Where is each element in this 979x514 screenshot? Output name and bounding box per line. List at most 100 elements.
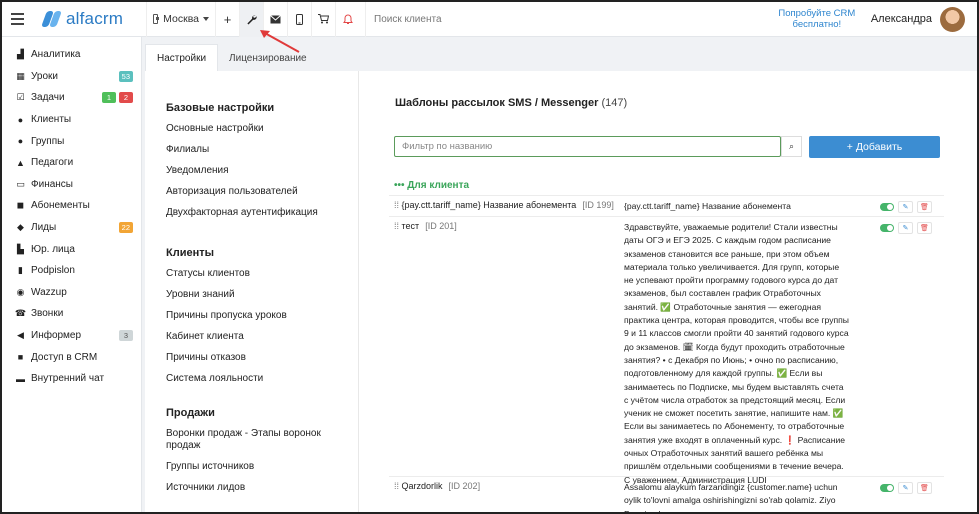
- pencil-icon: ✎: [902, 204, 909, 211]
- annotation-arrow-icon: [260, 30, 300, 53]
- phone-icon: ☎: [14, 308, 27, 319]
- filter-input[interactable]: Фильтр по названию: [394, 136, 781, 157]
- sidebar-item-1[interactable]: ▦ Уроки 53: [2, 66, 141, 88]
- delete-button[interactable]: 🗑: [917, 201, 932, 213]
- edit-button[interactable]: ✎: [898, 482, 913, 494]
- template-text: Здравствуйте, уважаемые родители! Стали …: [624, 222, 849, 485]
- sidebar-item-11[interactable]: ◉ Wazzup: [2, 282, 141, 304]
- trash-icon: 🗑: [920, 204, 929, 211]
- templates-panel: Шаблоны рассылок SMS / Messenger (147) Ф…: [359, 71, 977, 512]
- tab-settings[interactable]: Настройки: [145, 44, 219, 72]
- settings-link[interactable]: Источники лидов: [166, 482, 358, 494]
- settings-link[interactable]: Причины пропуска уроков: [166, 310, 358, 322]
- trash-icon: 🗑: [920, 225, 929, 232]
- add-template-button[interactable]: + Добавить: [809, 136, 940, 158]
- settings-link[interactable]: Филиалы: [166, 144, 358, 156]
- caret-down-icon: [203, 17, 209, 21]
- template-name[interactable]: ⁞⁞ Qarzdorlik [ID 202]: [394, 481, 480, 491]
- delete-button[interactable]: 🗑: [917, 482, 932, 494]
- group-title[interactable]: ••• Для клиента: [394, 180, 469, 191]
- template-name[interactable]: ⁞⁞ {pay.ctt.tariff_name} Название абонем…: [394, 200, 614, 210]
- drag-handle-icon[interactable]: ⁞⁞: [394, 481, 399, 491]
- users-icon: ●: [17, 136, 24, 147]
- edit-button[interactable]: ✎: [898, 201, 913, 213]
- edit-button[interactable]: ✎: [898, 222, 913, 234]
- try-crm-free-link[interactable]: Попробуйте CRM бесплатно!: [775, 8, 859, 30]
- sidebar-item-6[interactable]: ▭ Финансы: [2, 174, 141, 196]
- sidebar: ▟ Аналитика ▦ Уроки 53 ☑ Задачи 1 2 ● Клиенты ● Груп…: [2, 37, 142, 512]
- settings-link[interactable]: Основные настройки: [166, 123, 358, 135]
- pencil-icon: ✎: [902, 485, 909, 492]
- mobile-icon: [296, 13, 303, 25]
- tasks-icon: ☑: [16, 92, 25, 103]
- delete-button[interactable]: 🗑: [917, 222, 932, 234]
- settings-link[interactable]: Авторизация пользователей: [166, 186, 358, 198]
- active-toggle[interactable]: [880, 203, 894, 211]
- sidebar-item-3[interactable]: ● Клиенты: [2, 109, 141, 131]
- count-badge: 1: [102, 92, 116, 104]
- row-actions: ✎ 🗑: [880, 222, 932, 234]
- settings-section-title: Базовые настройки: [166, 102, 275, 114]
- sidebar-item-15[interactable]: ▬ Внутренний чат: [2, 368, 141, 390]
- chart-icon: ▟: [17, 49, 24, 60]
- wrench-icon: [247, 14, 257, 25]
- settings-link[interactable]: Причины отказов: [166, 352, 358, 364]
- sidebar-item-label: Звонки: [31, 308, 64, 320]
- sidebar-item-0[interactable]: ▟ Аналитика: [2, 44, 141, 66]
- template-title: тест: [401, 221, 420, 231]
- sidebar-item-label: Wazzup: [31, 286, 67, 298]
- client-search-input[interactable]: Поиск клиента: [365, 2, 745, 37]
- logo-mark-icon: [41, 11, 62, 27]
- settings-link[interactable]: Статусы клиентов: [166, 268, 358, 280]
- filter-search-button[interactable]: ⌕: [781, 136, 802, 157]
- drag-handle-icon[interactable]: ⁞⁞: [394, 200, 399, 210]
- settings-link[interactable]: Кабинет клиента: [166, 331, 358, 343]
- cart-icon: [318, 14, 329, 24]
- notifications-button[interactable]: [335, 2, 359, 37]
- add-button[interactable]: +: [215, 2, 239, 37]
- sidebar-item-12[interactable]: ☎ Звонки: [2, 303, 141, 325]
- count-badge: 2: [119, 92, 133, 104]
- user-icon: ●: [17, 114, 24, 125]
- hamburger-menu-icon[interactable]: [2, 2, 32, 37]
- sidebar-item-label: Внутренний чат: [31, 373, 105, 385]
- plus-icon: +: [223, 11, 232, 27]
- sidebar-item-14[interactable]: ■ Доступ в CRM: [2, 346, 141, 368]
- template-row: ⁞⁞ {pay.ctt.tariff_name} Название абонем…: [389, 195, 944, 216]
- settings-menu: Базовые настройки Основные настройки Филиа…: [145, 71, 359, 512]
- sidebar-item-4[interactable]: ● Группы: [2, 130, 141, 152]
- template-text: Assalomu alaykum farzandingiz {customer.…: [624, 482, 838, 514]
- active-toggle[interactable]: [880, 224, 894, 232]
- settings-link[interactable]: Система лояльности: [166, 373, 358, 385]
- sidebar-item-10[interactable]: ▮ Podpislon: [2, 260, 141, 282]
- sidebar-item-7[interactable]: ◼ Абонементы: [2, 195, 141, 217]
- cart-button[interactable]: [311, 2, 335, 37]
- active-toggle[interactable]: [880, 484, 894, 492]
- app-window: alfacrm Москва + Поиск клиента Попробуйт…: [0, 0, 979, 514]
- sidebar-item-9[interactable]: ▙ Юр. лица: [2, 238, 141, 260]
- avatar[interactable]: [940, 6, 965, 32]
- settings-link[interactable]: Уровни знаний: [166, 289, 358, 301]
- sidebar-item-label: Информер: [31, 330, 82, 342]
- lead-icon: ◆: [17, 222, 24, 233]
- sidebar-item-label: Podpislon: [31, 265, 75, 277]
- sidebar-item-label: Юр. лица: [31, 243, 75, 255]
- template-name[interactable]: ⁞⁞ тест [ID 201]: [394, 221, 457, 231]
- sidebar-item-5[interactable]: ▲ Педагоги: [2, 152, 141, 174]
- logo-text: alfacrm: [66, 9, 124, 28]
- settings-link[interactable]: Воронки продаж - Этапы воронок продаж: [166, 428, 358, 452]
- user-name[interactable]: Александра: [871, 13, 932, 25]
- sidebar-item-label: Лиды: [31, 222, 57, 234]
- branch-selector[interactable]: Москва: [146, 2, 215, 37]
- settings-link[interactable]: Двухфакторная аутентификация: [166, 207, 358, 219]
- mail-icon: [270, 14, 281, 23]
- sidebar-item-2[interactable]: ☑ Задачи 1 2: [2, 87, 141, 109]
- count-badge: 3: [119, 330, 133, 342]
- settings-link[interactable]: Уведомления: [166, 165, 358, 177]
- settings-link[interactable]: Группы источников: [166, 461, 358, 473]
- drag-handle-icon[interactable]: ⁞⁞: [394, 221, 399, 231]
- sidebar-item-8[interactable]: ◆ Лиды 22: [2, 217, 141, 239]
- sidebar-item-13[interactable]: ◀ Информер 3: [2, 325, 141, 347]
- logo[interactable]: alfacrm: [41, 9, 142, 29]
- document-icon: ▮: [18, 265, 23, 276]
